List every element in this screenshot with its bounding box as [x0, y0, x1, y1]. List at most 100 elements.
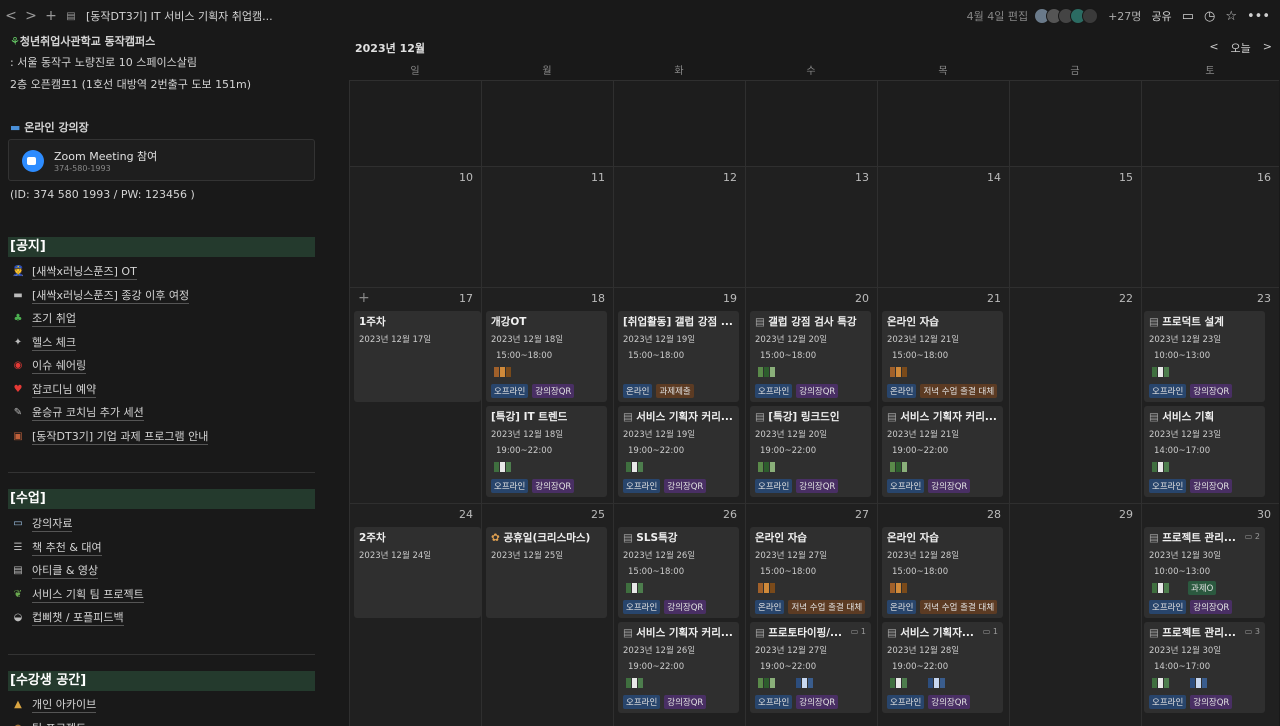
- event-card[interactable]: ▤ 프로젝트 관리... 2023년 12월 30일 10:00~13:00 ▭ 2 오…: [1144, 527, 1265, 618]
- add-event-icon[interactable]: +: [358, 290, 370, 306]
- plus-icon[interactable]: +: [42, 8, 60, 24]
- calendar-day-cell[interactable]: 10: [349, 166, 481, 287]
- member-count[interactable]: +27명: [1108, 8, 1141, 24]
- day-number: 17: [459, 292, 473, 305]
- calendar-day-cell[interactable]: [877, 80, 1009, 166]
- event-time: 15:00~18:00: [760, 567, 817, 577]
- document-icon: ▤: [13, 565, 23, 576]
- event-card[interactable]: ✿ 공휴일(크리스마스) 2023년 12월 25일: [486, 527, 607, 618]
- event-tags: 오프라인 강의장QR: [755, 479, 839, 493]
- calendar-day-cell[interactable]: 29: [1009, 503, 1141, 726]
- event-tags: 오프라인 강의장QR: [491, 479, 575, 493]
- tag-qr: 강의장QR: [796, 479, 839, 493]
- event-card[interactable]: 온라인 자습 2023년 12월 27일 15:00~18:00 온라인 저녁 수업 출…: [750, 527, 871, 618]
- tag-offline: 오프라인: [1149, 600, 1187, 614]
- today-button[interactable]: 오늘: [1231, 40, 1251, 56]
- chevron-left-icon[interactable]: <: [2, 8, 20, 24]
- page-link[interactable]: ✎ 윤승규 코치님 추가 세션: [12, 404, 144, 421]
- page-link[interactable]: ☰ 책 추천 & 대여: [12, 539, 102, 556]
- calendar-day-cell[interactable]: [1141, 80, 1279, 166]
- page-link[interactable]: ▭ 강의자료: [12, 515, 73, 532]
- page-link[interactable]: 👮 [새싹x러닝스푼즈] OT: [12, 263, 137, 280]
- event-card[interactable]: ▤ 서비스 기획자 커리... 2023년 12월 19일 19:00~22:00 오…: [618, 406, 739, 497]
- assignee-avatars: [494, 462, 511, 472]
- event-time: 14:00~17:00: [1154, 662, 1211, 672]
- calendar-day-cell[interactable]: 11: [481, 166, 613, 287]
- event-card[interactable]: ▤ [특강] 링크드인 2023년 12월 20일 19:00~22:00 오프라인 강…: [750, 406, 871, 497]
- page-icon: ▤: [623, 411, 637, 423]
- tag-qr: 강의장QR: [1190, 600, 1233, 614]
- avatar-group[interactable]: [1034, 8, 1099, 24]
- event-title: [취업활동] 갤럽 강점 ...: [623, 314, 735, 329]
- event-card[interactable]: ▤ 프로덕트 설계 2023년 12월 23일 10:00~13:00 오프라인 강의장…: [1144, 311, 1265, 402]
- page-link-label: 컵삐챗 / 포플피드백: [32, 611, 124, 626]
- chevron-right-icon[interactable]: >: [22, 8, 40, 24]
- calendar-day-cell[interactable]: 15: [1009, 166, 1141, 287]
- event-time: 19:00~22:00: [892, 446, 949, 456]
- calendar-day-cell[interactable]: [481, 80, 613, 166]
- page-link[interactable]: ♣ 조기 취업: [12, 310, 76, 327]
- event-title-text: 갤럽 강점 검사 특강: [768, 316, 857, 328]
- calendar-day-cell[interactable]: 14: [877, 166, 1009, 287]
- zoom-meeting-bookmark[interactable]: Zoom Meeting 참여 374-580-1993: [8, 139, 315, 181]
- weekday-header: 화: [674, 66, 684, 77]
- page-link-label: 이슈 쉐어링: [32, 359, 87, 374]
- page-link[interactable]: ◒ 컵삐챗 / 포플피드백: [12, 609, 124, 626]
- page-link-label: 조기 취업: [32, 312, 76, 327]
- event-card[interactable]: ▤ 프로젝트 관리... 2023년 12월 30일 14:00~17:00 ▭ 3 오…: [1144, 622, 1265, 713]
- event-time: 19:00~22:00: [496, 446, 553, 456]
- weekday-header: 수: [806, 66, 816, 77]
- calendar-day-cell[interactable]: [349, 80, 481, 166]
- event-card[interactable]: [취업활동] 갤럽 강점 ... 2023년 12월 19일 15:00~18:00…: [618, 311, 739, 402]
- assignee-avatars: [758, 583, 775, 593]
- event-card[interactable]: [특강] IT 트렌드 2023년 12월 18일 19:00~22:00 오프라인 강…: [486, 406, 607, 497]
- comment-icon[interactable]: ▭: [1182, 9, 1194, 24]
- page-link[interactable]: ▲ 개인 아카이브: [12, 696, 97, 713]
- calendar-day-cell[interactable]: [1009, 80, 1141, 166]
- page-link[interactable]: ▬ [새싹x러닝스푼즈] 종강 이후 여정: [12, 287, 190, 304]
- day-number: 29: [1119, 508, 1133, 521]
- assignee-avatars: [626, 678, 643, 688]
- event-date: 2023년 12월 30일: [1149, 551, 1222, 561]
- tag-dinner: 저녁 수업 출결 대체: [920, 600, 998, 614]
- prev-month-button[interactable]: <: [1209, 40, 1218, 56]
- tag-qr: 강의장QR: [1190, 384, 1233, 398]
- calendar-day-cell[interactable]: 22: [1009, 287, 1141, 503]
- event-card[interactable]: 1주차 2023년 12월 17일: [354, 311, 481, 402]
- more-icon[interactable]: •••: [1247, 9, 1270, 24]
- page-link[interactable]: ▣ [동작DT3기] 기업 과제 프로그램 안내: [12, 428, 209, 445]
- calendar-day-cell[interactable]: [613, 80, 745, 166]
- event-card[interactable]: 온라인 자습 2023년 12월 21일 15:00~18:00 온라인 저녁 수업 출…: [882, 311, 1003, 402]
- page-link[interactable]: ♥ 잡코디님 예약: [12, 381, 97, 398]
- event-card[interactable]: ▤ 서비스 기획자 커리... 2023년 12월 26일 19:00~22:00 오…: [618, 622, 739, 713]
- event-card[interactable]: ▤ 서비스 기획자 커리... 2023년 12월 21일 19:00~22:00 오…: [882, 406, 1003, 497]
- page-link[interactable]: ◉ 이슈 쉐어링: [12, 357, 87, 374]
- event-card[interactable]: ▤ 서비스 기획자... 2023년 12월 28일 19:00~22:00 ▭ 1 오…: [882, 622, 1003, 713]
- event-card[interactable]: 2주차 2023년 12월 24일: [354, 527, 481, 618]
- next-month-button[interactable]: >: [1263, 40, 1272, 56]
- star-icon[interactable]: ☆: [1225, 9, 1237, 24]
- page-link[interactable]: ✦ 헬스 체크: [12, 334, 76, 351]
- event-card[interactable]: 온라인 자습 2023년 12월 28일 15:00~18:00 온라인 저녁 수업 출…: [882, 527, 1003, 618]
- page-link[interactable]: ▤ 아티클 & 영상: [12, 562, 99, 579]
- clock-icon[interactable]: ◷: [1204, 9, 1215, 24]
- assignee-avatars: [494, 367, 511, 377]
- event-card[interactable]: ▤ 프로토타이핑/... 2023년 12월 27일 19:00~22:00 ▭ 1 오…: [750, 622, 871, 713]
- calendar-day-cell[interactable]: 12: [613, 166, 745, 287]
- event-title: ▤ 서비스 기획자 커리...: [623, 409, 735, 424]
- share-button[interactable]: 공유: [1151, 8, 1171, 24]
- event-card[interactable]: 개강OT 2023년 12월 18일 15:00~18:00 오프라인 강의장QR: [486, 311, 607, 402]
- page-link[interactable]: ❦ 서비스 기획 팀 프로젝트: [12, 586, 144, 603]
- calendar-day-cell[interactable]: 16: [1141, 166, 1279, 287]
- event-title-text: 서비스 기획자 커리...: [900, 411, 997, 423]
- book-icon: ▭: [13, 518, 23, 529]
- event-title: 개강OT: [491, 314, 603, 329]
- page-link[interactable]: ● 팀 프로젝트: [12, 720, 86, 726]
- event-card[interactable]: ▤ 서비스 기획 2023년 12월 23일 14:00~17:00 오프라인 강의장Q…: [1144, 406, 1265, 497]
- page-breadcrumb[interactable]: [동작DT3기] IT 서비스 기획자 취업캠...: [86, 8, 273, 24]
- calendar-day-cell[interactable]: [745, 80, 877, 166]
- event-card[interactable]: ▤ SLS특강 2023년 12월 26일 15:00~18:00 오프라인 강의장QR: [618, 527, 739, 618]
- event-card[interactable]: ▤ 갤럽 강점 검사 특강 2023년 12월 20일 15:00~18:00 오프라…: [750, 311, 871, 402]
- calendar-day-cell[interactable]: 13: [745, 166, 877, 287]
- event-title-text: 서비스 기획자 커리...: [636, 627, 733, 639]
